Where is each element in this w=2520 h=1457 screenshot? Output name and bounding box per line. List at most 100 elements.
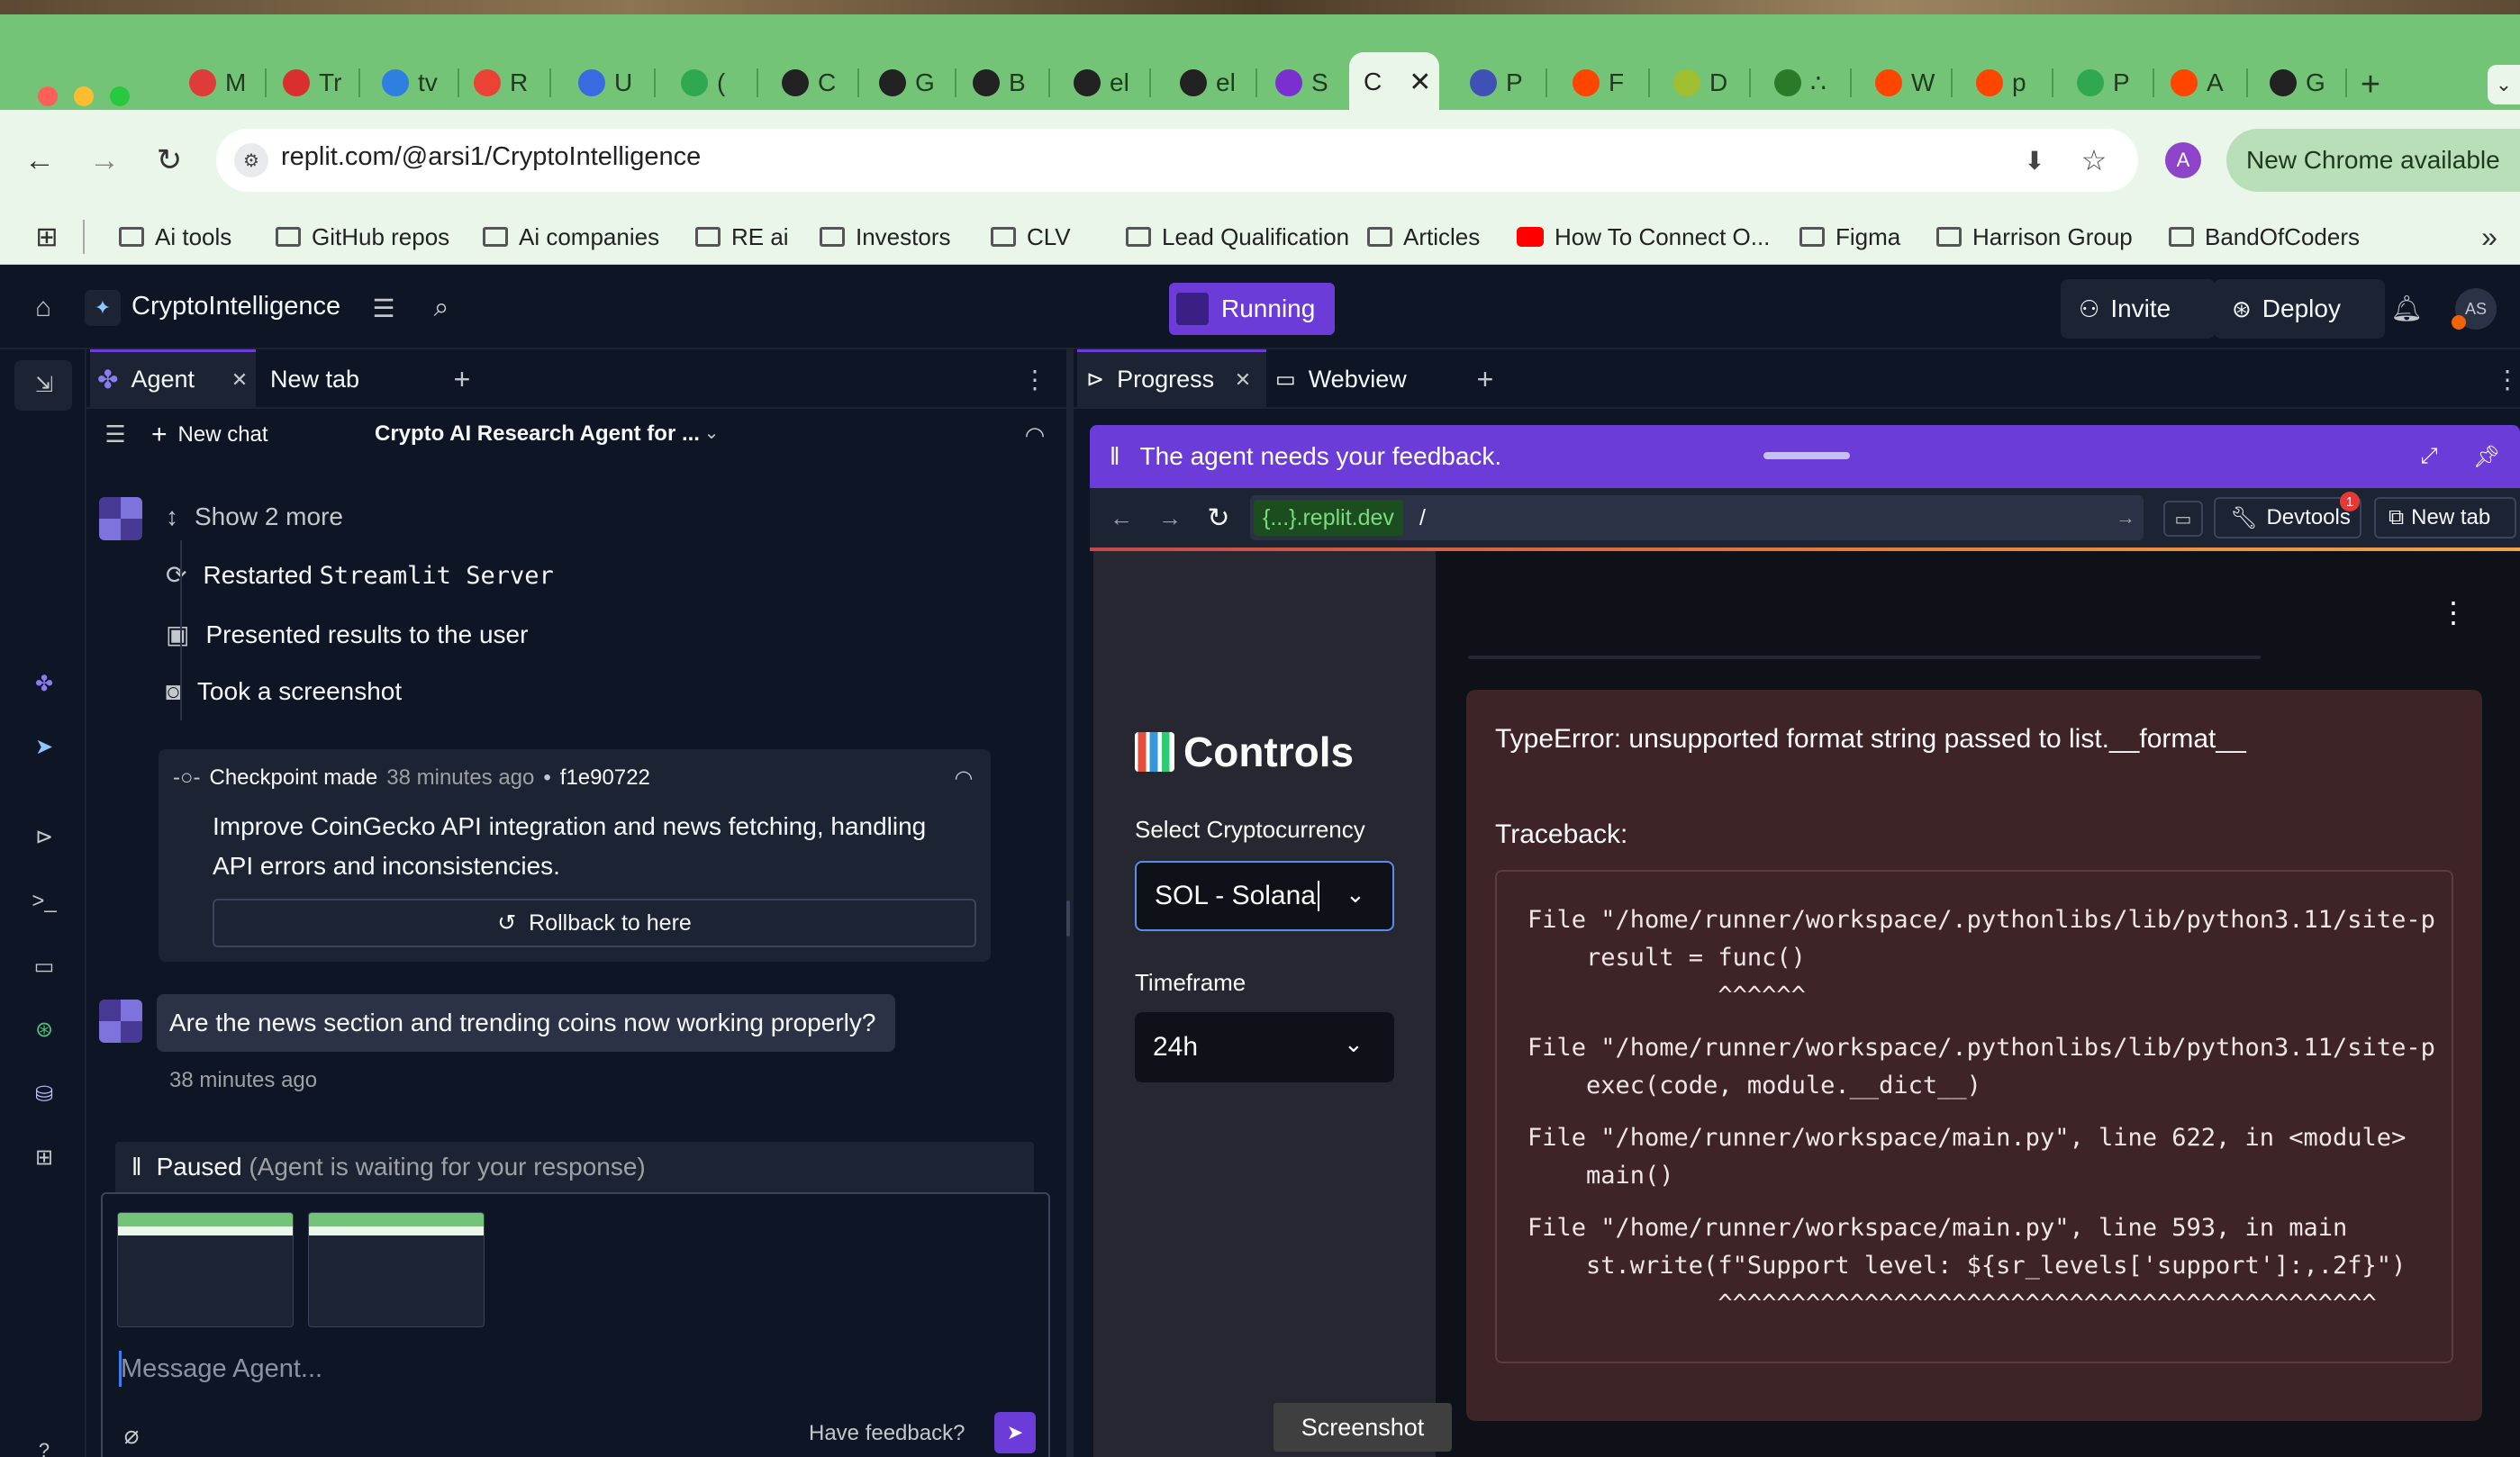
new-chrome-available-button[interactable]: New Chrome available	[2226, 129, 2520, 192]
deploy-button[interactable]: ⊛ Deploy	[2214, 279, 2385, 339]
webview-address-bar[interactable]: {...}.replit.dev /	[1250, 495, 2144, 540]
project-icon[interactable]: ✦	[85, 290, 121, 326]
browser-tab[interactable]: C	[769, 56, 836, 110]
browser-tab[interactable]: U	[566, 56, 632, 110]
open-new-tab-button[interactable]: ⧉ New tab	[2374, 497, 2516, 538]
bookmark-item[interactable]: Ai tools	[119, 213, 231, 261]
show-more-button[interactable]: ↕ Show 2 more	[166, 502, 343, 531]
timeframe-select[interactable]: 24h ⌄	[1135, 1012, 1394, 1082]
bookmark-item[interactable]: Ai companies	[483, 213, 659, 261]
chat-title-chevron-icon[interactable]: ⌄	[699, 420, 724, 445]
apps-grid-icon[interactable]: ⊞	[31, 213, 63, 261]
invite-button[interactable]: ⚇ Invite	[2061, 279, 2216, 339]
chat-title[interactable]: Crypto AI Research Agent for ...	[375, 421, 700, 447]
browser-tab[interactable]: D	[1661, 56, 1727, 110]
bookmark-item[interactable]: CLV	[991, 213, 1071, 261]
browser-tab[interactable]: F	[1560, 56, 1624, 110]
close-progress-tab-icon[interactable]: ✕	[1230, 367, 1255, 393]
bookmark-item[interactable]: Articles	[1367, 213, 1480, 261]
browser-tab[interactable]: S	[1263, 56, 1328, 110]
run-button[interactable]: Running	[1169, 283, 1335, 335]
have-feedback-link[interactable]: Have feedback?	[809, 1421, 965, 1446]
forward-arrow-icon[interactable]: →	[86, 142, 122, 178]
database-tool-icon[interactable]: ⛁	[27, 1077, 61, 1111]
app-menu-icon[interactable]: ⋮	[2437, 596, 2470, 629]
close-tab-icon[interactable]: ✕	[1409, 67, 1431, 98]
console-tool-icon[interactable]: ⊳	[27, 819, 61, 854]
browser-tab[interactable]: (	[668, 56, 725, 110]
webview-back-icon[interactable]: ←	[1106, 502, 1137, 533]
browser-tab[interactable]: P	[1457, 56, 1523, 110]
browser-tab-active[interactable]: C ✕	[1349, 52, 1439, 112]
browser-tab[interactable]: tv	[369, 56, 438, 110]
checkpoint-gauge-icon[interactable]: ◠	[949, 764, 978, 792]
new-tab-plus-icon[interactable]: +	[2354, 66, 2387, 104]
minimize-window-button[interactable]	[74, 86, 94, 106]
browser-tab[interactable]: Tr	[270, 56, 341, 110]
browser-tab[interactable]: ∴	[1762, 56, 1827, 110]
message-input-placeholder[interactable]: Message Agent...	[121, 1354, 322, 1384]
files-icon[interactable]: ☰	[366, 290, 402, 326]
close-window-button[interactable]	[38, 86, 58, 106]
more-bookmarks-icon[interactable]: »	[2471, 213, 2507, 261]
browser-tab[interactable]: A	[2158, 56, 2224, 110]
bookmark-item[interactable]: Figma	[1799, 213, 1900, 261]
webview-forward-icon[interactable]: →	[1155, 502, 1185, 533]
bookmark-item[interactable]: Lead Qualification	[1126, 213, 1349, 261]
bookmark-item[interactable]: How To Connect O...	[1517, 213, 1770, 261]
back-arrow-icon[interactable]: ←	[22, 142, 58, 178]
webview-tool-icon[interactable]: ▭	[27, 949, 61, 983]
resize-handle[interactable]	[1066, 900, 1070, 937]
browser-tab[interactable]: P	[2064, 56, 2130, 110]
more-options-icon[interactable]: ⋮	[2495, 364, 2520, 394]
assistant-tool-icon[interactable]: ➤	[27, 729, 61, 764]
toggle-sidebar-icon[interactable]: ⇲	[27, 367, 61, 402]
close-agent-tab-icon[interactable]: ✕	[227, 367, 252, 393]
bookmark-item[interactable]: BandOfCoders	[2169, 213, 2360, 261]
tab-new-tab[interactable]: New tab	[270, 349, 359, 409]
tab-agent[interactable]: ✤ Agent	[97, 349, 195, 409]
home-icon[interactable]: ⌂	[25, 290, 61, 326]
browser-tab[interactable]: el	[1061, 56, 1129, 110]
webview-reload-icon[interactable]: ↻	[1203, 502, 1234, 533]
usage-gauge-icon[interactable]: ◠	[1020, 420, 1050, 450]
all-tools-grid-icon[interactable]: ⊞	[27, 1140, 61, 1174]
browser-tab[interactable]: W	[1863, 56, 1935, 110]
bookmark-item[interactable]: Investors	[820, 213, 951, 261]
site-info-icon[interactable]: ⚙	[234, 143, 268, 177]
search-icon[interactable]: ⌕	[423, 290, 459, 326]
add-tab-plus-icon[interactable]: +	[1470, 363, 1500, 395]
deployments-tool-icon[interactable]: ⊛	[27, 1012, 61, 1046]
browser-tab[interactable]: M	[177, 56, 246, 110]
chat-list-icon[interactable]: ☰	[101, 420, 130, 448]
browser-tab[interactable]: R	[461, 56, 528, 110]
drag-handle[interactable]	[1763, 452, 1850, 459]
tab-search-chevron-icon[interactable]: ⌄	[2488, 65, 2520, 104]
send-button[interactable]: ➤	[994, 1412, 1036, 1453]
bookmark-star-icon[interactable]: ☆	[2077, 143, 2111, 177]
bookmark-item[interactable]: Harrison Group	[1936, 213, 2133, 261]
browser-tab[interactable]: B	[960, 56, 1026, 110]
tab-progress[interactable]: ⊳ Progress	[1086, 349, 1214, 409]
maximize-window-button[interactable]	[110, 86, 130, 106]
browser-tab[interactable]: G	[866, 56, 935, 110]
new-chat-button[interactable]: + New chat	[151, 420, 268, 450]
notifications-bell-icon[interactable]: 🔔︎	[2389, 290, 2425, 326]
browser-tab[interactable]: el	[1167, 56, 1236, 110]
shell-tool-icon[interactable]: >_	[27, 884, 61, 919]
rollback-button[interactable]: ↺ Rollback to here	[213, 899, 976, 947]
pin-icon[interactable]: 📌︎	[2471, 441, 2502, 472]
attachment-thumbnail[interactable]	[117, 1212, 294, 1327]
expand-icon[interactable]: ⤢	[2414, 441, 2444, 472]
browser-tab[interactable]: G	[2257, 56, 2325, 110]
profile-avatar[interactable]: A	[2165, 142, 2201, 178]
reload-icon[interactable]: ↻	[151, 142, 187, 178]
attach-paperclip-icon[interactable]: ⌀	[117, 1419, 146, 1450]
bookmark-item[interactable]: RE ai	[695, 213, 789, 261]
tab-webview[interactable]: ▭ Webview	[1275, 349, 1407, 409]
agent-tool-icon[interactable]: ✤	[27, 666, 61, 701]
go-arrow-icon[interactable]: →	[2113, 504, 2138, 531]
browser-tab[interactable]: p	[1963, 56, 2026, 110]
bookmark-item[interactable]: GitHub repos	[276, 213, 449, 261]
project-name[interactable]: CryptoIntelligence	[131, 292, 340, 321]
